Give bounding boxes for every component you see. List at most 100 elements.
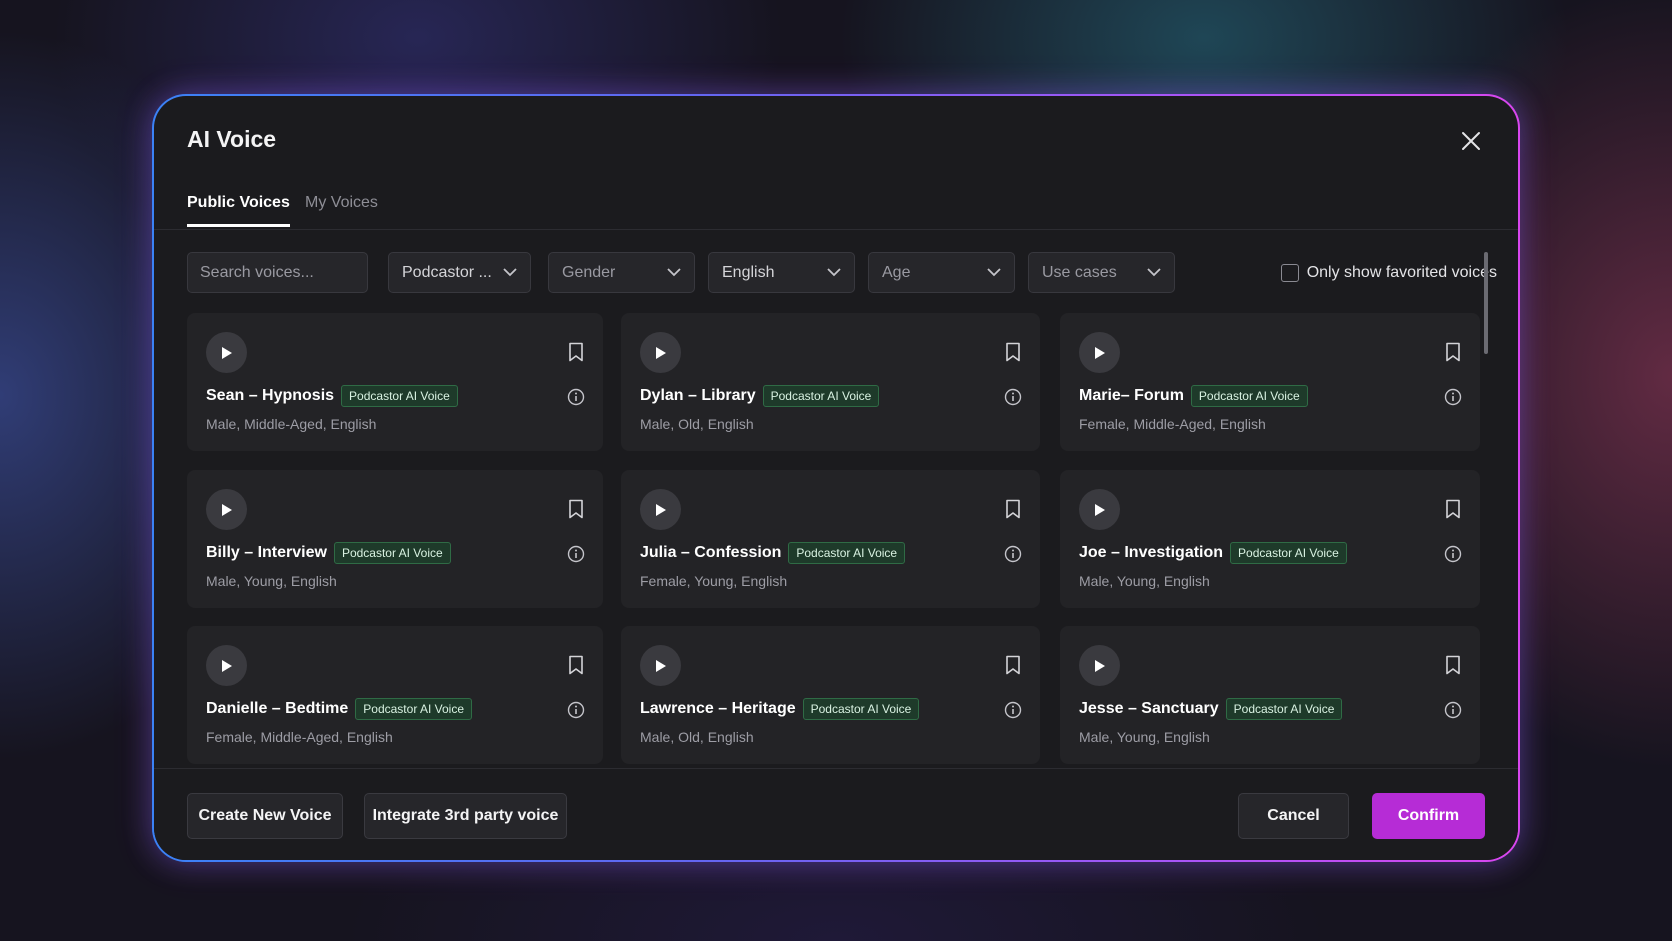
- voice-name: Dylan – Library: [640, 387, 756, 404]
- voice-name: Danielle – Bedtime: [206, 700, 349, 717]
- voice-card[interactable]: Danielle – Bedtime Podcastor AI Voice Fe…: [187, 626, 603, 764]
- use-cases-select[interactable]: Use cases: [1028, 252, 1175, 293]
- integrate-third-party-voice-button[interactable]: Integrate 3rd party voice: [364, 793, 567, 839]
- favorites-label: Only show favorited voices: [1306, 263, 1497, 281]
- voice-description: Male, Young, English: [1079, 729, 1210, 745]
- voice-card[interactable]: Lawrence – Heritage Podcastor AI Voice M…: [621, 626, 1040, 764]
- voice-badge: Podcastor AI Voice: [355, 698, 473, 720]
- bookmark-icon[interactable]: [1004, 342, 1022, 362]
- voice-badge: Podcastor AI Voice: [1190, 385, 1308, 407]
- voice-description: Male, Middle-Aged, English: [206, 416, 377, 432]
- favorites-checkbox[interactable]: [1280, 263, 1299, 282]
- voice-card[interactable]: Joe – Investigation Podcastor AI Voice M…: [1060, 470, 1480, 608]
- play-button[interactable]: [206, 489, 247, 530]
- voice-description: Female, Young, English: [640, 573, 788, 589]
- info-icon[interactable]: [567, 701, 585, 719]
- info-icon[interactable]: [1444, 545, 1462, 563]
- play-icon: [655, 503, 666, 516]
- play-button[interactable]: [1079, 332, 1120, 373]
- tab-my-voices[interactable]: My Voices: [305, 194, 378, 224]
- age-select-label: Age: [882, 263, 911, 281]
- voice-badge: Podcastor AI Voice: [1225, 698, 1343, 720]
- bookmark-icon[interactable]: [567, 342, 585, 362]
- provider-select[interactable]: Podcastor ...: [388, 252, 531, 293]
- voice-badge: Podcastor AI Voice: [333, 542, 451, 564]
- info-icon[interactable]: [1004, 701, 1022, 719]
- voice-name: Billy – Interview: [206, 544, 327, 561]
- tab-public-voices[interactable]: Public Voices: [187, 194, 290, 227]
- play-button[interactable]: [1079, 489, 1120, 530]
- create-new-voice-button[interactable]: Create New Voice: [187, 793, 343, 839]
- voice-card[interactable]: Julia – Confession Podcastor AI Voice Fe…: [621, 470, 1040, 608]
- chevron-down-icon: [1147, 268, 1161, 277]
- bookmark-icon[interactable]: [1004, 655, 1022, 675]
- play-button[interactable]: [640, 645, 681, 686]
- voice-name: Joe – Investigation: [1079, 544, 1224, 561]
- bookmark-icon[interactable]: [1444, 342, 1462, 362]
- use-cases-select-label: Use cases: [1042, 263, 1117, 281]
- confirm-button[interactable]: Confirm: [1372, 793, 1485, 839]
- chevron-down-icon: [827, 268, 841, 277]
- play-icon: [655, 346, 666, 359]
- voice-name: Sean – Hypnosis: [206, 387, 335, 404]
- bookmark-icon[interactable]: [567, 655, 585, 675]
- info-icon[interactable]: [1004, 545, 1022, 563]
- voice-badge: Podcastor AI Voice: [788, 542, 906, 564]
- voice-badge: Podcastor AI Voice: [341, 385, 458, 407]
- info-icon[interactable]: [1444, 701, 1462, 719]
- voice-name: Julia – Confession: [640, 544, 782, 561]
- info-icon[interactable]: [1444, 388, 1462, 406]
- scrollbar-thumb[interactable]: [1484, 252, 1488, 354]
- voice-card[interactable]: Sean – Hypnosis Podcastor AI Voice Male,…: [187, 313, 603, 451]
- voice-description: Male, Young, English: [206, 573, 337, 589]
- voice-name: Lawrence – Heritage: [640, 700, 796, 717]
- voice-card[interactable]: Billy – Interview Podcastor AI Voice Mal…: [187, 470, 603, 608]
- info-icon[interactable]: [1004, 388, 1022, 406]
- bookmark-icon[interactable]: [1444, 499, 1462, 519]
- play-button[interactable]: [1079, 645, 1120, 686]
- play-icon: [221, 659, 232, 672]
- close-button[interactable]: [1458, 128, 1484, 154]
- play-icon: [221, 503, 232, 516]
- search-input[interactable]: [187, 252, 368, 293]
- gender-select[interactable]: Gender: [548, 252, 695, 293]
- voice-card[interactable]: Marie– Forum Podcastor AI Voice Female, …: [1060, 313, 1480, 451]
- play-button[interactable]: [640, 489, 681, 530]
- dialog-title: AI Voice: [187, 126, 277, 152]
- voice-grid: Sean – Hypnosis Podcastor AI Voice Male,…: [187, 313, 1480, 781]
- age-select[interactable]: Age: [868, 252, 1015, 293]
- bookmark-icon[interactable]: [1444, 655, 1462, 675]
- play-button[interactable]: [206, 332, 247, 373]
- chevron-down-icon: [987, 268, 1001, 277]
- info-icon[interactable]: [567, 388, 585, 406]
- language-select[interactable]: English: [708, 252, 855, 293]
- voice-description: Male, Young, English: [1079, 573, 1210, 589]
- voice-name-row: Danielle – Bedtime Podcastor AI Voice: [206, 698, 473, 720]
- play-icon: [1094, 659, 1105, 672]
- info-icon[interactable]: [567, 545, 585, 563]
- cancel-button[interactable]: Cancel: [1238, 793, 1349, 839]
- ai-voice-dialog: AI Voice Public Voices My Voices Podcast…: [152, 94, 1520, 862]
- close-icon: [1462, 132, 1480, 150]
- voice-name-row: Marie– Forum Podcastor AI Voice: [1079, 385, 1308, 407]
- play-icon: [1094, 503, 1105, 516]
- language-select-label: English: [722, 263, 775, 281]
- favorites-filter: Only show favorited voices: [1280, 252, 1497, 293]
- dialog-footer: Create New Voice Integrate 3rd party voi…: [154, 768, 1518, 860]
- voice-name-row: Billy – Interview Podcastor AI Voice: [206, 542, 451, 564]
- voice-description: Male, Old, English: [640, 729, 754, 745]
- voice-card[interactable]: Jesse – Sanctuary Podcastor AI Voice Mal…: [1060, 626, 1480, 764]
- voice-description: Female, Middle-Aged, English: [1079, 416, 1266, 432]
- gender-select-label: Gender: [562, 263, 616, 281]
- play-button[interactable]: [206, 645, 247, 686]
- voice-badge: Podcastor AI Voice: [802, 698, 920, 720]
- voice-name-row: Sean – Hypnosis Podcastor AI Voice: [206, 385, 458, 407]
- bookmark-icon[interactable]: [567, 499, 585, 519]
- voice-name-row: Julia – Confession Podcastor AI Voice: [640, 542, 906, 564]
- play-button[interactable]: [640, 332, 681, 373]
- bookmark-icon[interactable]: [1004, 499, 1022, 519]
- chevron-down-icon: [667, 268, 681, 277]
- voice-name: Jesse – Sanctuary: [1079, 700, 1219, 717]
- voice-badge: Podcastor AI Voice: [762, 385, 880, 407]
- voice-card[interactable]: Dylan – Library Podcastor AI Voice Male,…: [621, 313, 1040, 451]
